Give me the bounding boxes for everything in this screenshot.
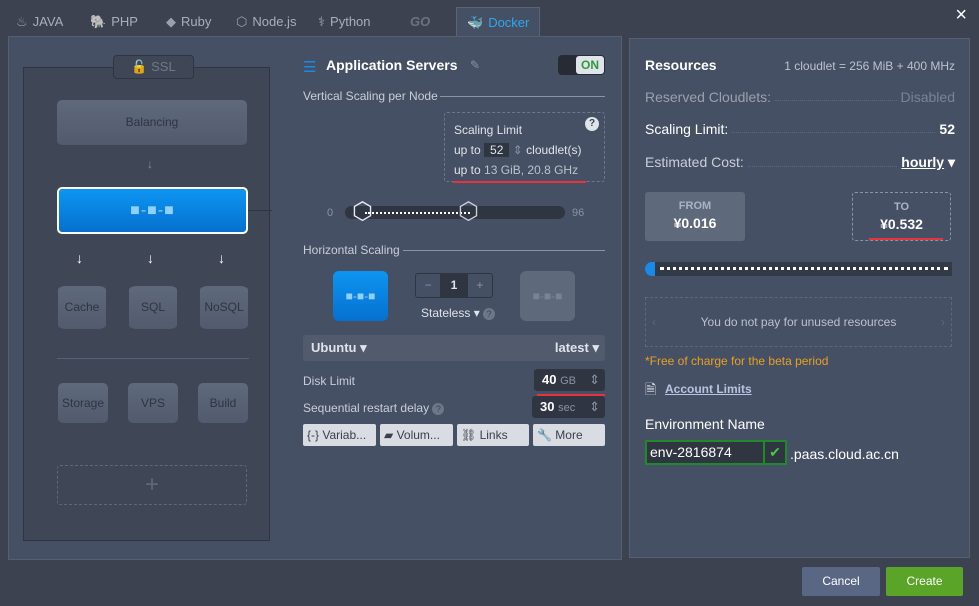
domain-suffix: .paas.cloud.ac.cn bbox=[790, 446, 899, 462]
connector bbox=[248, 210, 272, 211]
balancing-button[interactable]: Balancing bbox=[57, 100, 247, 145]
spinner-icon[interactable]: ⇕ bbox=[589, 396, 600, 418]
arrow-down-icon: ↓ bbox=[147, 157, 153, 171]
close-icon[interactable]: × bbox=[955, 4, 967, 27]
cloudlet-equivalence: 1 cloudlet = 256 MiB + 400 MHz bbox=[784, 59, 955, 73]
disabled-node-icon: ■-■-■ bbox=[520, 271, 575, 321]
help-icon[interactable]: ? bbox=[483, 308, 496, 320]
tab-php[interactable]: 🐘 PHP bbox=[90, 8, 138, 36]
highlight-underline bbox=[453, 181, 586, 183]
sql-button[interactable]: SQL bbox=[129, 286, 177, 329]
nodes-icon: ■-■-■ bbox=[130, 201, 175, 219]
ruby-icon: ◆ bbox=[166, 14, 176, 29]
tab-docker[interactable]: 🐳 Docker bbox=[456, 7, 541, 37]
slider-min: 0 bbox=[327, 207, 334, 219]
reserved-handle[interactable]: ⬡ bbox=[352, 200, 373, 224]
section-title: Application Servers bbox=[326, 57, 458, 73]
cost-row: Estimated Cost: hourly ▾ bbox=[645, 154, 955, 171]
scaling-row: Scaling Limit: 52 bbox=[645, 121, 955, 137]
stateless-dropdown[interactable]: Stateless ▾ ? bbox=[421, 306, 496, 320]
horizontal-scaling-label: Horizontal Scaling bbox=[303, 243, 400, 257]
tab-ruby[interactable]: ◆ Ruby bbox=[166, 8, 211, 36]
wrench-icon: 🔧 bbox=[537, 428, 552, 442]
nosql-button[interactable]: NoSQL bbox=[200, 286, 248, 329]
link-icon: ⛓ bbox=[461, 428, 477, 442]
arrow-down-icon: ↓ bbox=[76, 250, 83, 266]
divider bbox=[403, 250, 605, 251]
help-icon[interactable]: ? bbox=[585, 117, 599, 131]
increment-button[interactable]: + bbox=[468, 274, 492, 297]
node-count-stepper[interactable]: − 1 + bbox=[415, 273, 493, 298]
go-icon: GO bbox=[410, 14, 431, 29]
resources-title: Resources bbox=[645, 57, 717, 73]
chevron-left-icon[interactable]: ‹ bbox=[652, 298, 656, 346]
check-icon: ✔ bbox=[763, 442, 785, 463]
servers-icon: ☰ bbox=[303, 59, 317, 76]
scaling-limit-input[interactable]: 52 bbox=[484, 143, 510, 157]
tips-carousel: ‹ You do not pay for unused resources › bbox=[645, 297, 952, 347]
cancel-button[interactable]: Cancel bbox=[802, 567, 880, 596]
tag-dropdown[interactable]: latest ▾ bbox=[555, 335, 599, 361]
cost-from: FROM ¥0.016 bbox=[645, 192, 745, 241]
chevron-right-icon[interactable]: › bbox=[941, 298, 945, 346]
tab-nodejs[interactable]: ⬡ Node.js bbox=[236, 8, 296, 36]
create-button[interactable]: Create bbox=[886, 567, 963, 596]
tab-python[interactable]: ⚕ Python bbox=[318, 8, 371, 36]
cost-to: TO ¥0.532 bbox=[852, 192, 951, 241]
restart-delay-label: Sequential restart delay ? bbox=[303, 401, 445, 415]
beta-note: *Free of charge for the beta period bbox=[645, 354, 829, 368]
volumes-button[interactable]: ▰ Volum... bbox=[380, 424, 453, 446]
restart-delay-input[interactable]: 30 sec ⇕ bbox=[532, 396, 605, 418]
account-limits-link[interactable]: Account Limits bbox=[665, 382, 752, 396]
lock-icon: 🔓 bbox=[131, 59, 148, 74]
add-node-button[interactable]: + bbox=[57, 465, 247, 505]
slider-range bbox=[365, 212, 470, 214]
build-button[interactable]: Build bbox=[198, 383, 248, 423]
divider bbox=[440, 96, 605, 97]
toggle-switch[interactable]: ON bbox=[558, 55, 605, 75]
cache-button[interactable]: Cache bbox=[58, 286, 106, 329]
arrow-down-icon: ↓ bbox=[218, 250, 225, 266]
variables-button[interactable]: {-} Variab... bbox=[303, 424, 376, 446]
links-button[interactable]: ⛓ Links bbox=[457, 424, 529, 446]
storage-button[interactable]: Storage bbox=[58, 383, 108, 423]
node-type-icon[interactable]: ■-■-■ bbox=[333, 271, 388, 321]
arrow-down-icon: ↓ bbox=[147, 250, 154, 266]
document-icon: 🗎 bbox=[645, 381, 657, 397]
cost-slider bbox=[645, 262, 952, 276]
variables-icon: {-} bbox=[307, 428, 320, 442]
node-count[interactable]: 1 bbox=[440, 274, 468, 297]
limit-handle[interactable]: ⬡ bbox=[458, 200, 479, 224]
disk-limit-input[interactable]: 40 GB ⇕ bbox=[534, 369, 605, 391]
php-icon: 🐘 bbox=[90, 14, 107, 29]
vertical-scaling-label: Vertical Scaling per Node bbox=[303, 89, 438, 103]
spinner-icon[interactable]: ⇕ bbox=[513, 143, 523, 157]
scaling-limit-box: Scaling Limit up to 52 ⇕ cloudlet(s) up … bbox=[444, 112, 605, 182]
spinner-icon[interactable]: ⇕ bbox=[589, 369, 600, 391]
disk-limit-label: Disk Limit bbox=[303, 374, 356, 388]
env-name-label: Environment Name bbox=[645, 416, 765, 432]
docker-icon: 🐳 bbox=[467, 14, 484, 30]
period-dropdown[interactable]: hourly ▾ bbox=[901, 154, 955, 171]
image-select[interactable]: Ubuntu ▾ latest ▾ bbox=[303, 335, 605, 361]
more-button[interactable]: 🔧 More bbox=[533, 424, 605, 446]
python-icon: ⚕ bbox=[318, 14, 326, 29]
tab-java[interactable]: ♨ JAVA bbox=[16, 8, 63, 36]
ssl-toggle[interactable]: 🔓 SSL bbox=[113, 55, 194, 79]
app-server-node[interactable]: ■-■-■ bbox=[57, 187, 248, 234]
reserved-row: Reserved Cloudlets: Disabled bbox=[645, 89, 955, 105]
folder-icon: ▰ bbox=[384, 428, 394, 442]
nodejs-icon: ⬡ bbox=[236, 14, 248, 29]
help-icon[interactable]: ? bbox=[432, 403, 445, 415]
slider-max: 96 bbox=[572, 207, 585, 219]
decrement-button[interactable]: − bbox=[416, 274, 440, 297]
image-dropdown[interactable]: Ubuntu ▾ bbox=[311, 335, 367, 361]
highlight-underline bbox=[869, 238, 943, 240]
java-icon: ♨ bbox=[16, 14, 28, 29]
vps-button[interactable]: VPS bbox=[128, 383, 178, 423]
edit-icon[interactable]: ✎ bbox=[470, 58, 480, 72]
tab-go[interactable]: GO bbox=[410, 8, 430, 36]
env-name-input[interactable]: env-2816874 ✔ bbox=[645, 440, 787, 465]
divider bbox=[57, 358, 249, 359]
